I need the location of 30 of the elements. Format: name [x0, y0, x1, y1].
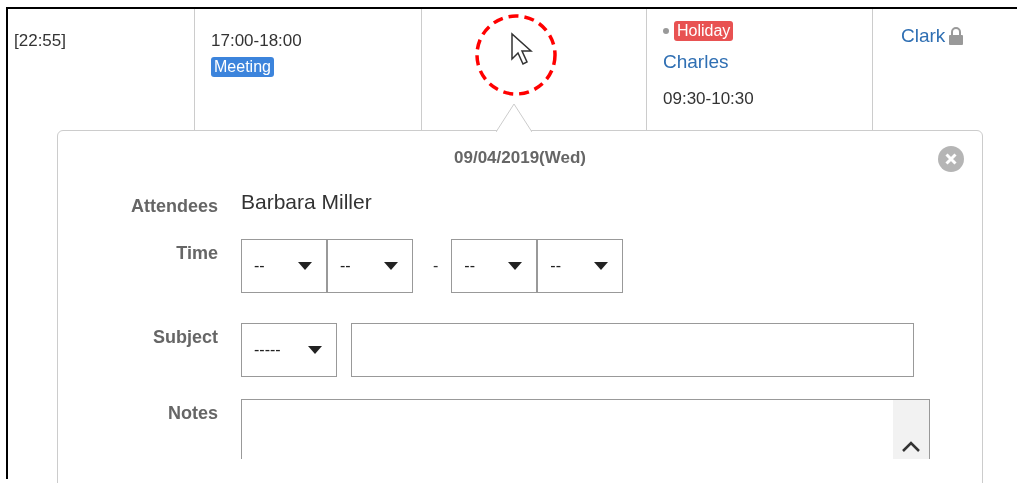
event-time: [22:55]	[14, 31, 66, 51]
time-dropdown[interactable]: --	[537, 239, 624, 293]
cursor-icon	[510, 32, 534, 66]
caret-icon	[508, 262, 523, 270]
caret-icon	[298, 262, 312, 270]
category-label: Holiday	[674, 21, 734, 41]
event-time: 17:00-18:00	[211, 31, 302, 51]
event-link[interactable]: Charles	[663, 51, 729, 73]
time-dropdown[interactable]: --	[451, 239, 538, 293]
subject-input[interactable]	[351, 323, 914, 377]
attendee-name: Barbara Miller	[241, 190, 372, 214]
event-link[interactable]: Clark	[901, 25, 965, 47]
category-label: Meeting	[211, 57, 274, 77]
event-time: 09:30-10:30	[663, 89, 754, 109]
scrollbar[interactable]	[893, 400, 929, 459]
scroll-up-icon[interactable]	[901, 441, 921, 453]
subject-dropdown[interactable]: -----	[241, 323, 337, 377]
notes-field[interactable]	[241, 399, 930, 459]
time-dropdown[interactable]: --	[327, 239, 413, 293]
field-label: Subject	[152, 326, 218, 348]
time-dropdown[interactable]: --	[241, 239, 327, 293]
caret-icon	[384, 262, 398, 270]
close-icon[interactable]	[938, 146, 964, 172]
field-label: Notes	[167, 402, 218, 424]
popup-date: 09/04/2019(Wed)	[454, 148, 586, 168]
caret-icon	[594, 262, 609, 270]
field-label: Attendees	[129, 195, 218, 217]
caret-icon	[308, 346, 322, 354]
field-label: Time	[175, 242, 218, 264]
time-separator: -	[433, 257, 439, 275]
